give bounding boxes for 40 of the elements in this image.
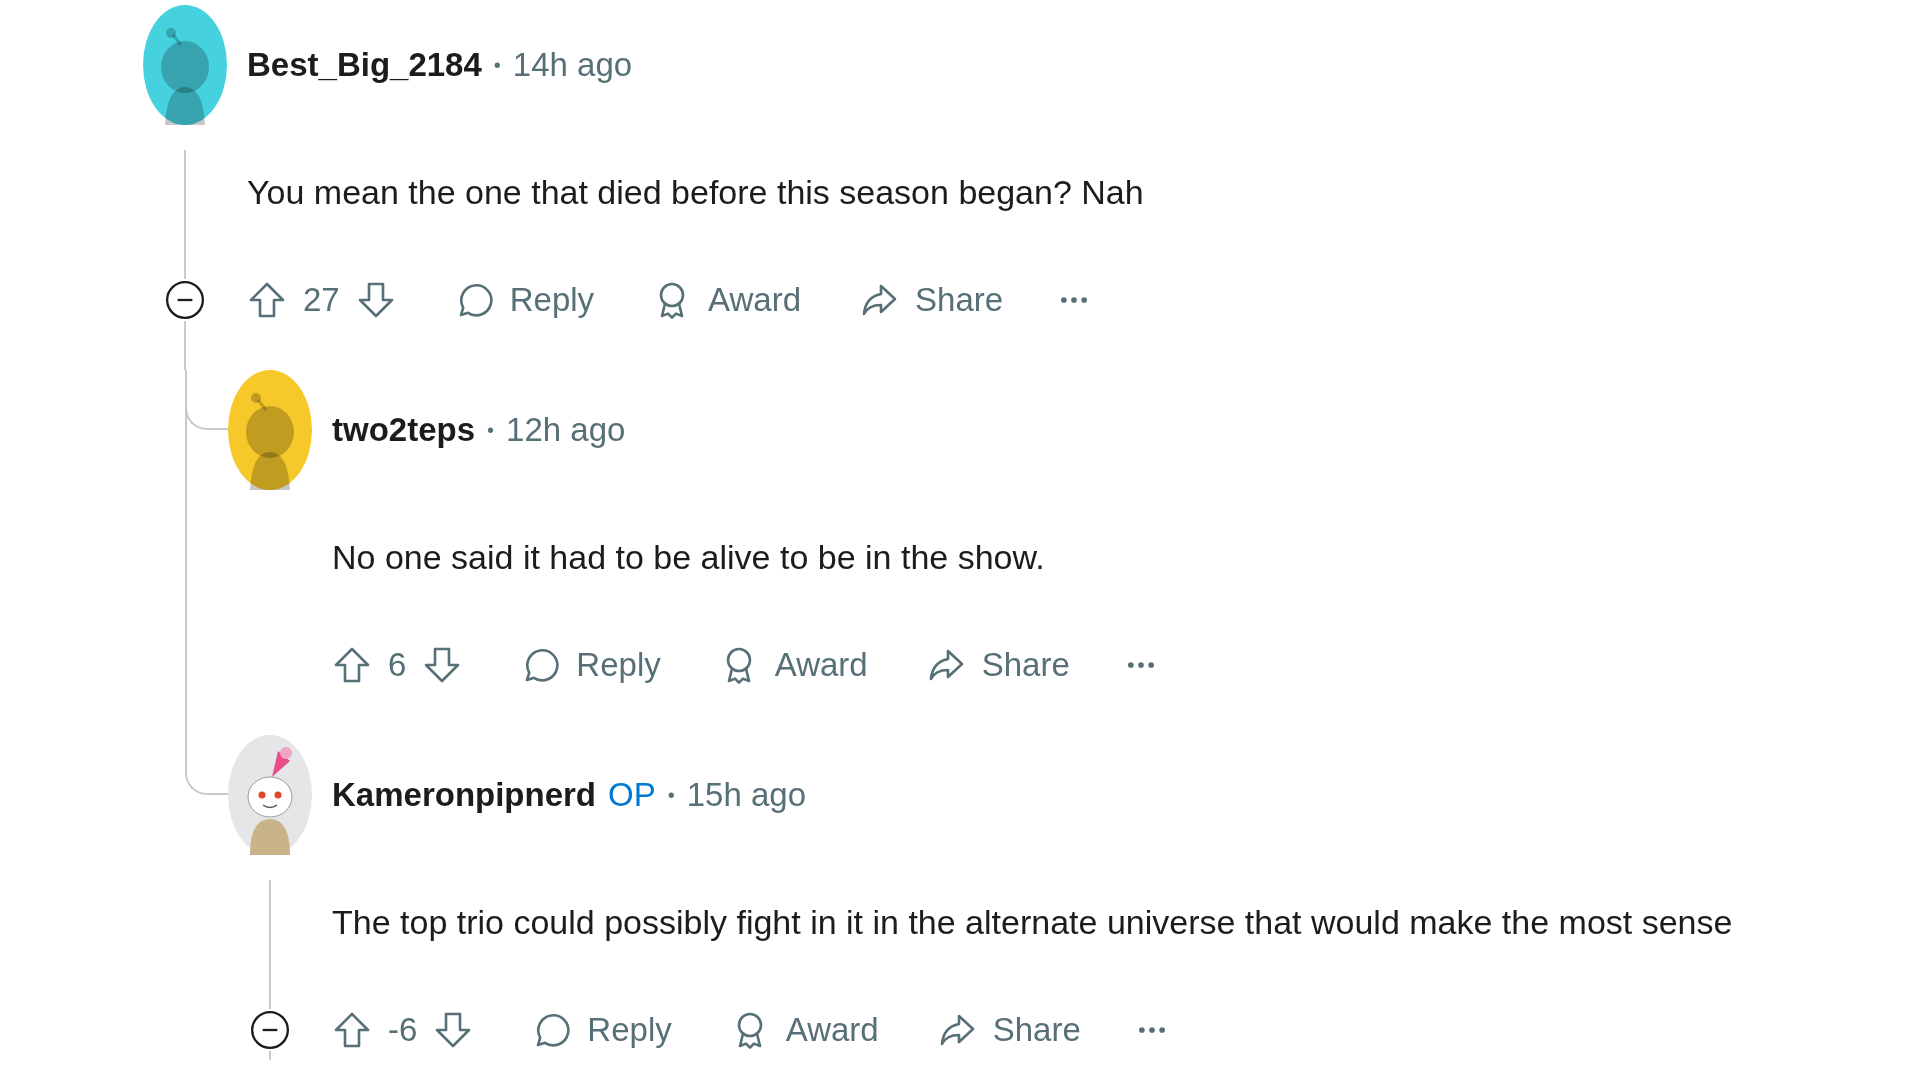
timestamp: 15h ago	[686, 776, 807, 814]
upvote-arrow-icon	[332, 1010, 372, 1050]
separator-dot: •	[493, 53, 501, 77]
upvote-button[interactable]	[332, 645, 372, 685]
more-icon	[1138, 1027, 1165, 1033]
upvote-button[interactable]	[247, 280, 287, 320]
timestamp: 12h ago	[506, 411, 626, 449]
upvote-button[interactable]	[332, 1010, 372, 1050]
username[interactable]: Kameronpipnerd	[332, 776, 597, 814]
user-avatar[interactable]	[228, 370, 312, 490]
share-button[interactable]: Share	[859, 280, 1004, 320]
more-button[interactable]	[1061, 297, 1088, 303]
username[interactable]: Best_Big_2184	[247, 46, 482, 84]
comment-text: No one said it had to be alive to be in the show.	[331, 537, 1045, 578]
upvote-arrow-icon	[332, 645, 372, 685]
upvote-arrow-icon	[247, 280, 287, 320]
user-avatar[interactable]	[143, 5, 227, 125]
separator-dot: •	[487, 418, 495, 442]
award-button[interactable]: Award	[729, 1010, 879, 1050]
more-icon	[1127, 662, 1154, 668]
separator-dot: •	[667, 783, 675, 807]
vote-count: 6	[388, 646, 407, 684]
reply-button[interactable]: Reply	[531, 1010, 672, 1050]
vote-count: 27	[303, 281, 340, 319]
more-button[interactable]	[1127, 662, 1154, 668]
more-button[interactable]	[1138, 1027, 1165, 1033]
vote-count: -6	[388, 1011, 418, 1049]
more-icon	[1061, 297, 1088, 303]
share-button[interactable]: Share	[936, 1010, 1081, 1050]
award-button[interactable]: Award	[652, 280, 802, 320]
reply-button[interactable]: Reply	[453, 280, 595, 320]
username[interactable]: two2teps	[332, 411, 476, 449]
timestamp: 14h ago	[512, 46, 633, 84]
reply-button[interactable]: Reply	[520, 645, 661, 685]
op-label: OP	[608, 776, 656, 814]
comment-text: The top trio could possibly fight in it in the alternate universe that would make the most sense	[331, 902, 1733, 943]
user-avatar[interactable]	[228, 735, 312, 855]
comment-text: You mean the one that died before this season began? Nah	[246, 172, 1144, 213]
share-button[interactable]: Share	[925, 645, 1070, 685]
award-button[interactable]: Award	[718, 645, 868, 685]
